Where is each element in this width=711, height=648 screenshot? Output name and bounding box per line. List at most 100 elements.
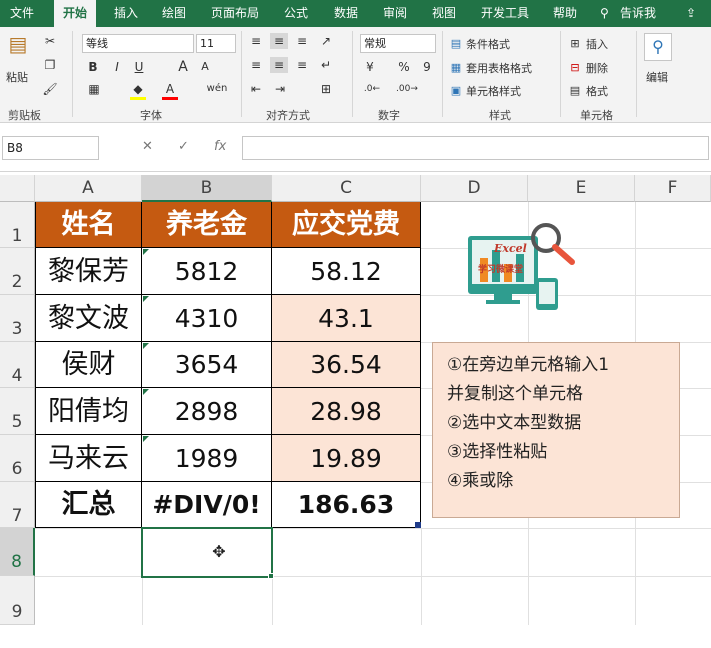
align-right-icon[interactable]: ≡ (294, 57, 310, 73)
cancel-icon[interactable]: ✕ (142, 136, 153, 160)
phonetic-button[interactable]: wén (204, 81, 230, 97)
enter-icon[interactable]: ✓ (178, 136, 189, 160)
row-header-6[interactable]: 6 (0, 435, 35, 482)
comma-button[interactable]: 9 (420, 59, 434, 75)
paste-icon[interactable]: ▤ (6, 31, 30, 57)
align-top-icon[interactable]: ≡ (248, 33, 264, 49)
selected-cell-b8[interactable] (141, 527, 273, 578)
name-cell[interactable]: 黎文波 (36, 295, 142, 342)
cell-style-button[interactable]: 单元格样式 (466, 83, 521, 99)
menu-view[interactable]: 视图 (432, 0, 456, 27)
menu-file[interactable]: 文件 (10, 0, 34, 27)
row-header-5[interactable]: 5 (0, 388, 35, 435)
row-header-3[interactable]: 3 (0, 295, 35, 342)
table-format-icon[interactable]: ▦ (449, 60, 463, 76)
select-all-corner[interactable] (0, 175, 35, 202)
column-header-f[interactable]: F (635, 175, 711, 202)
currency-button[interactable]: ¥ (362, 59, 378, 75)
align-left-icon[interactable]: ≡ (248, 57, 264, 73)
pension-cell[interactable]: 3654 (142, 342, 272, 388)
total-dues-cell[interactable]: 186.63 (272, 482, 421, 528)
dues-cell[interactable]: 28.98 (272, 388, 421, 435)
menu-draw[interactable]: 绘图 (162, 0, 186, 27)
magnifier-icon[interactable]: ⚲ (644, 33, 672, 61)
insert-cells-icon[interactable]: ⊞ (568, 36, 582, 52)
fill-color-icon[interactable]: ◆ (130, 81, 146, 100)
column-header-d[interactable]: D (421, 175, 528, 202)
font-color-icon[interactable]: A (162, 81, 178, 100)
paste-button[interactable]: 粘贴 (6, 69, 28, 85)
menu-data[interactable]: 数据 (334, 0, 358, 27)
menu-review[interactable]: 审阅 (383, 0, 407, 27)
search-icon[interactable]: ⚲ (600, 0, 609, 27)
bold-button[interactable]: B (86, 59, 100, 75)
fx-icon[interactable]: fx (214, 136, 226, 160)
cut-icon[interactable]: ✂ (42, 33, 58, 49)
conditional-format-button[interactable]: 条件格式 (466, 36, 510, 52)
column-header-c[interactable]: C (272, 175, 421, 202)
menu-page-layout[interactable]: 页面布局 (211, 0, 259, 27)
increase-indent-icon[interactable]: ⇥ (272, 81, 288, 97)
name-cell[interactable]: 阳倩均 (36, 388, 142, 435)
row-header-7[interactable]: 7 (0, 482, 35, 528)
fill-handle[interactable] (268, 573, 274, 579)
menu-insert[interactable]: 插入 (114, 0, 138, 27)
align-middle-icon[interactable]: ≡ (270, 33, 288, 49)
menu-formulas[interactable]: 公式 (284, 0, 308, 27)
column-header-e[interactable]: E (528, 175, 635, 202)
decrease-indent-icon[interactable]: ⇤ (248, 81, 264, 97)
copy-icon[interactable]: ❐ (42, 57, 58, 73)
underline-button[interactable]: U (132, 59, 146, 75)
format-painter-icon[interactable]: 🖌 (42, 81, 58, 97)
total-pension-cell[interactable]: #DIV/0! (142, 482, 272, 528)
menu-tell-me[interactable]: 告诉我 (620, 0, 656, 27)
table-format-button[interactable]: 套用表格格式 (466, 60, 532, 76)
total-label-cell[interactable]: 汇总 (36, 482, 142, 528)
delete-cells-button[interactable]: 删除 (586, 60, 608, 76)
font-name-select[interactable]: 等线 (82, 34, 194, 53)
decrease-decimal-icon[interactable]: .00→ (396, 81, 418, 97)
header-cell-dues[interactable]: 应交党费 (272, 202, 421, 248)
menu-developer[interactable]: 开发工具 (481, 0, 529, 27)
header-cell-name[interactable]: 姓名 (36, 202, 142, 248)
name-cell[interactable]: 马来云 (36, 435, 142, 482)
dues-cell[interactable]: 36.54 (272, 342, 421, 388)
name-cell[interactable]: 侯财 (36, 342, 142, 388)
row-header-4[interactable]: 4 (0, 342, 35, 388)
cell-style-icon[interactable]: ▣ (449, 83, 463, 99)
column-header-a[interactable]: A (35, 175, 142, 202)
column-header-b[interactable]: B (142, 175, 272, 202)
shrink-font-button[interactable]: A (198, 59, 212, 75)
increase-decimal-icon[interactable]: .0← (362, 81, 382, 97)
font-size-select[interactable]: 11 (196, 34, 236, 53)
delete-cells-icon[interactable]: ⊟ (568, 60, 582, 76)
wrap-text-icon[interactable]: ↵ (318, 57, 334, 73)
row-header-2[interactable]: 2 (0, 248, 35, 295)
format-cells-button[interactable]: 格式 (586, 83, 608, 99)
align-bottom-icon[interactable]: ≡ (294, 33, 310, 49)
format-cells-icon[interactable]: ▤ (568, 83, 582, 99)
insert-cells-button[interactable]: 插入 (586, 36, 608, 52)
name-box[interactable]: B8 (2, 136, 99, 160)
number-format-select[interactable]: 常规 (360, 34, 436, 53)
align-center-icon[interactable]: ≡ (270, 57, 288, 73)
editing-button[interactable]: 编辑 (646, 69, 668, 85)
row-header-1[interactable]: 1 (0, 202, 35, 248)
row-header-9[interactable]: 9 (0, 576, 35, 625)
name-cell[interactable]: 黎保芳 (36, 248, 142, 295)
header-cell-pension[interactable]: 养老金 (142, 202, 272, 248)
orientation-icon[interactable]: ↗ (318, 33, 334, 49)
dues-cell[interactable]: 43.1 (272, 295, 421, 342)
border-icon[interactable]: ▦ (86, 81, 102, 97)
percent-button[interactable]: % (396, 59, 412, 75)
pension-cell[interactable]: 5812 (142, 248, 272, 295)
pension-cell[interactable]: 4310 (142, 295, 272, 342)
pension-cell[interactable]: 2898 (142, 388, 272, 435)
grow-font-button[interactable]: A (176, 59, 190, 75)
menu-help[interactable]: 帮助 (553, 0, 577, 27)
italic-button[interactable]: I (110, 59, 124, 75)
dues-cell[interactable]: 58.12 (272, 248, 421, 295)
row-header-8[interactable]: 8 (0, 528, 35, 576)
merge-center-icon[interactable]: ⊞ (318, 81, 334, 97)
formula-input[interactable] (242, 136, 709, 160)
